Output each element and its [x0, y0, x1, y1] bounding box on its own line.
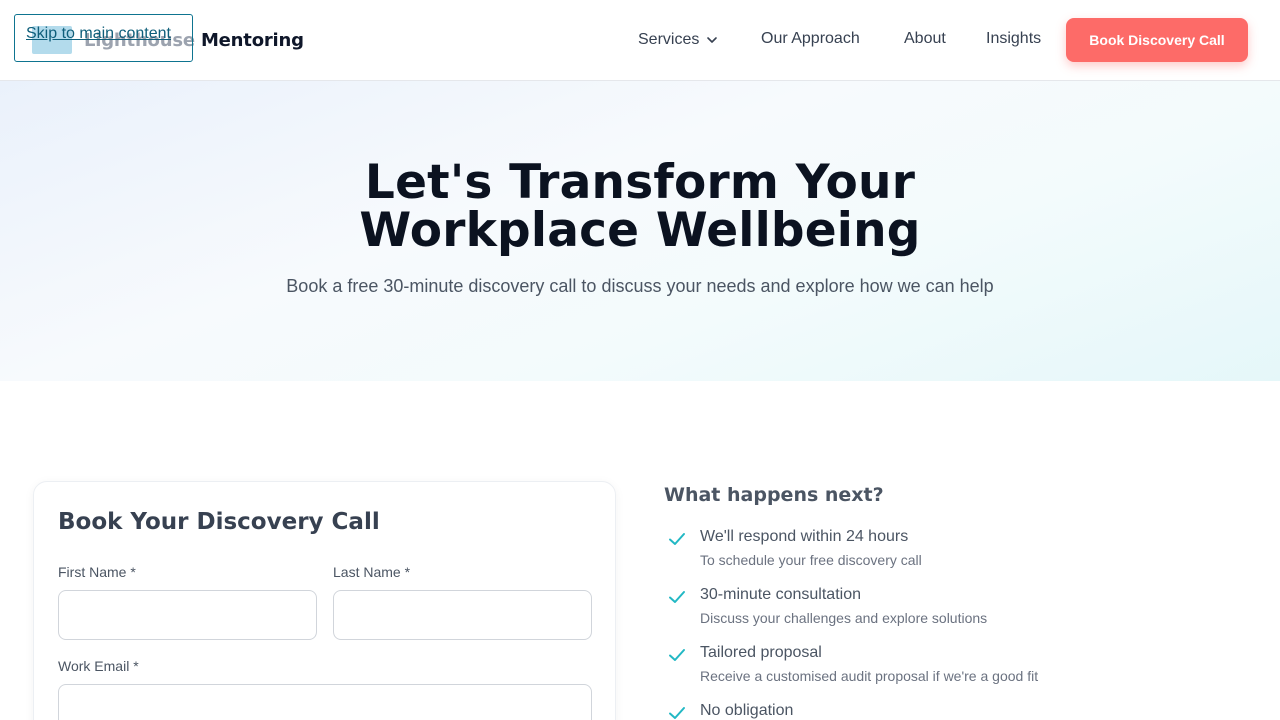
check-icon — [669, 649, 685, 661]
hero-section: Let's Transform Your Workplace Wellbeing… — [0, 81, 1280, 381]
next-step-title: 30-minute consultation — [700, 586, 861, 603]
first-name-field[interactable] — [58, 590, 317, 640]
nav-our-approach[interactable]: Our Approach — [761, 30, 860, 48]
check-icon — [669, 533, 685, 545]
last-name-label: Last Name * — [333, 564, 411, 580]
check-icon — [669, 591, 685, 603]
discovery-call-form: Book Your Discovery Call First Name * La… — [33, 481, 616, 720]
nav-about[interactable]: About — [904, 30, 946, 48]
hero-title-line-1: Let's Transform Your — [364, 155, 916, 210]
check-icon — [669, 707, 685, 719]
logo-text-strong: Mentoring — [200, 29, 304, 51]
hero-subtitle: Book a free 30-minute discovery call to … — [286, 276, 994, 296]
nav-services-label: Services — [638, 31, 700, 48]
hero-title: Let's Transform Your Workplace Wellbeing — [0, 159, 1280, 255]
next-step-title: We'll respond within 24 hours — [700, 528, 909, 545]
next-step-desc: To schedule your free discovery call — [700, 552, 922, 568]
nav-insights[interactable]: Insights — [986, 30, 1041, 48]
next-step-desc: Discuss your challenges and explore solu… — [700, 610, 988, 626]
book-discovery-call-button[interactable]: Book Discovery Call — [1066, 18, 1248, 62]
chevron-down-icon — [707, 37, 718, 43]
next-steps-title: What happens next? — [664, 484, 884, 506]
next-step-title: Tailored proposal — [700, 644, 822, 661]
hero-title-line-2: Workplace Wellbeing — [359, 203, 921, 258]
last-name-field[interactable] — [333, 590, 592, 640]
first-name-label: First Name * — [58, 564, 136, 580]
skip-to-content-link[interactable]: Skip to main content — [14, 14, 193, 62]
site-header: Lighthouse Mentoring Skip to main conten… — [0, 0, 1280, 81]
next-step-title: No obligation — [700, 702, 794, 719]
work-email-label: Work Email * — [58, 658, 139, 674]
next-step-desc: Receive a customised audit proposal if w… — [700, 668, 1039, 684]
nav-services[interactable]: Services — [638, 31, 719, 49]
form-title: Book Your Discovery Call — [58, 509, 380, 535]
work-email-field[interactable] — [58, 684, 592, 720]
